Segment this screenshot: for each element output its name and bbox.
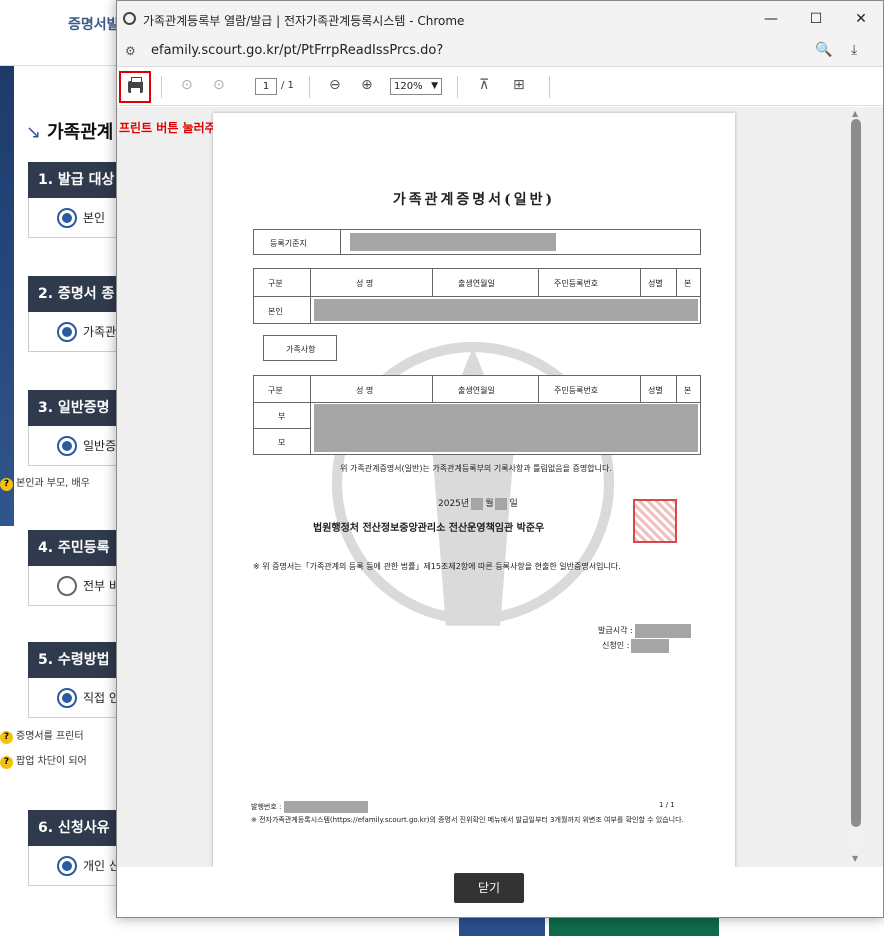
toolbar-divider [309,76,310,98]
radio-icon[interactable] [57,208,77,228]
url-text[interactable]: efamily.scourt.go.kr/pt/PtFrrpReadIssPrc… [151,43,443,58]
page-indicator: 1 / 1 [659,801,675,809]
printer-icon [128,77,143,93]
self-table: 구분 성 명 출생연월일 주민등록번호 성별 본 본인 [253,268,701,324]
zoom-select[interactable]: 120% ▼ [390,78,442,95]
pdf-toolbar: ⊙ ⊙ 1 / 1 ⊖ ⊕ 120% ▼ ⊼ ⊞ [117,68,883,106]
zoom-out-icon[interactable]: ⊖ [329,77,341,93]
vertical-scrollbar[interactable]: ▲ ▼ [849,107,863,867]
toolbar-divider [457,76,458,98]
hint-2: ? 증명서를 프린터 [0,727,84,744]
issue-date: 2025년 월 일 [438,497,518,510]
page-total: / 1 [281,80,294,91]
pdf-page: 가족관계증명서(일반) 등록기준지 구분 성 명 출생연월일 주민등록번호 성별… [213,113,735,867]
radio-icon[interactable] [57,322,77,342]
mother-label: 모 [278,438,286,447]
page-number-input[interactable]: 1 [255,78,277,95]
scroll-up-icon[interactable]: ▲ [852,109,858,118]
self-label: 본인 [268,307,283,316]
document-title: 가족관계증명서(일반) [392,192,556,208]
chrome-icon [123,12,136,25]
minimize-button[interactable]: — [757,7,785,31]
popup-footer: 닫기 [117,867,883,917]
question-icon: ? [0,756,13,769]
scroll-thumb[interactable] [851,119,861,827]
maximize-button[interactable]: ☐ [802,7,830,31]
toolbar-divider [161,76,162,98]
issue-info: 발급시각 : 신청인 : [598,623,691,653]
fit-width-icon[interactable]: ⊞ [513,77,525,93]
zoom-in-icon[interactable]: ⊕ [361,77,373,93]
redacted-registry [350,233,556,251]
radio-icon[interactable] [57,688,77,708]
court-watermark-icon [331,341,615,626]
zoom-icon[interactable]: 🔍 [815,42,832,58]
address-bar: ⚙ efamily.scourt.go.kr/pt/PtFrrpReadIssP… [117,37,883,67]
legal-note: ※ 위 증명서는「가족관계의 등록 등에 관한 법률」제15조제2항에 따른 등… [253,562,621,571]
page-title: ↘ 가족관계 [26,122,114,143]
issue-number: 발행번호 : [251,801,369,813]
chevron-icon: ↘ [26,122,42,143]
toolbar-divider [549,76,550,98]
side-banner [0,66,14,526]
father-label: 부 [278,412,286,421]
question-icon: ? [0,731,13,744]
window-title: 가족관계등록부 열람/발급 | 전자가족관계등록시스템 - Chrome [143,14,465,28]
registry-label: 등록기준지 [270,239,307,248]
chevron-down-icon: ▼ [431,81,438,91]
hint-1: ? 본인과 부모, 배우 [0,474,90,491]
popup-window: 가족관계등록부 열람/발급 | 전자가족관계등록시스템 - Chrome — ☐… [116,0,884,918]
official-seal-icon [633,499,677,543]
title-bar[interactable]: 가족관계등록부 열람/발급 | 전자가족관계등록시스템 - Chrome — ☐… [117,1,883,37]
issuer-name: 법원행정처 전산정보중앙관리소 전산운영책임관 박준우 [313,523,545,534]
fit-page-icon[interactable]: ⊼ [479,77,489,93]
radio-icon[interactable] [57,856,77,876]
question-icon: ? [0,478,13,491]
site-info-icon[interactable]: ⚙ [125,44,136,58]
hint-3: ? 팝업 차단이 되어 [0,752,87,769]
print-button[interactable] [119,71,151,103]
family-table: 구분 성 명 출생연월일 주민등록번호 성별 본 부 모 [253,375,701,455]
prev-page-icon[interactable]: ⊙ [181,77,193,93]
next-page-icon[interactable]: ⊙ [213,77,225,93]
verification-note: ※ 전자가족관계등록시스템(https://efamily.scourt.go.… [251,816,684,824]
redacted-self [314,299,698,321]
download-icon[interactable]: ⤓ [851,42,857,58]
scroll-down-icon[interactable]: ▼ [852,854,858,863]
radio-icon[interactable] [57,576,77,596]
registry-row: 등록기준지 [253,229,701,255]
pdf-viewer[interactable]: 프린트 버튼 눌러주세요. 가족관계증명서(일반) 등록기준지 구분 성 명 출… [117,107,883,867]
close-window-button[interactable]: ✕ [847,7,875,31]
family-section-label: 가족사항 [263,335,337,361]
close-button[interactable]: 닫기 [454,873,524,903]
redacted-family [314,404,698,452]
radio-icon[interactable] [57,436,77,456]
certification-text: 위 가족관계증명서(일반)는 가족관계등록부의 기록사항과 틀림없음을 증명합니… [340,464,612,473]
